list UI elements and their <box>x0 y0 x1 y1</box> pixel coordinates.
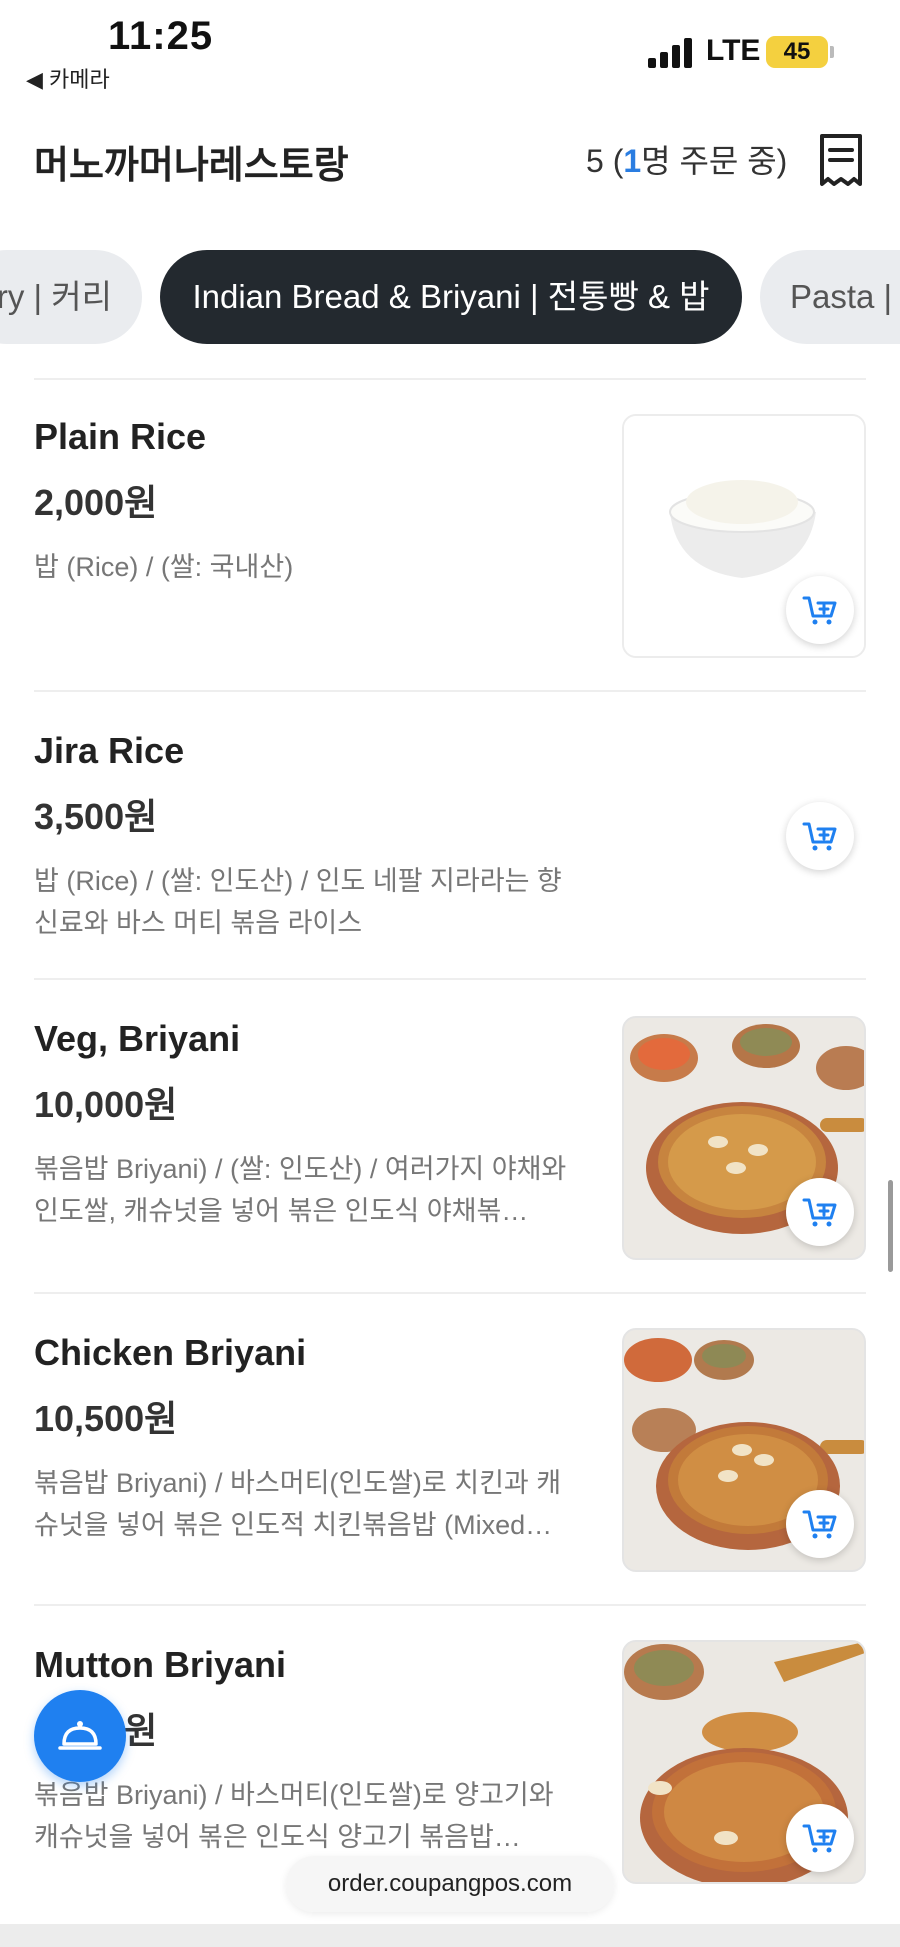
signal-icon <box>648 36 696 68</box>
menu-item-price: 2,000원 <box>34 482 158 523</box>
divider <box>34 378 866 380</box>
cart-plus-icon <box>802 1198 837 1227</box>
menu-item-price: 10,000원 <box>34 1084 178 1125</box>
add-to-cart-button[interactable] <box>786 1178 854 1246</box>
menu-item-desc: 볶음밥 Briyani) / 바스머티(인도쌀)로 치킨과 캐슈넛을 넣어 볶은… <box>34 1468 562 1540</box>
call-staff-button[interactable] <box>34 1690 126 1782</box>
back-to-camera-link[interactable]: ◀ 카메라 <box>26 62 110 94</box>
menu-item-name[interactable]: Plain Rice <box>34 416 206 458</box>
menu-item-desc: 볶음밥 Briyani) / 바스머티(인도쌀)로 양고기와 캐슈넛을 넣어 볶… <box>34 1780 554 1852</box>
order-status: 5 (1명 주문 중) <box>586 136 787 182</box>
divider <box>34 978 866 980</box>
menu-item-name[interactable]: Mutton Briyani <box>34 1644 286 1686</box>
cart-plus-icon <box>802 1824 837 1853</box>
battery-cap <box>830 46 834 58</box>
menu-item-desc: 밥 (Rice) / (쌀: 인도산) / 인도 네팔 지라라는 향신료와 바스… <box>34 866 562 938</box>
order-status-count: 1 <box>623 143 642 179</box>
menu-item-price: 3,500원 <box>34 796 158 837</box>
order-status-prefix: 5 ( <box>586 143 624 179</box>
network-label: LTE <box>706 34 761 67</box>
battery-icon: 45 <box>766 36 828 68</box>
cart-plus-icon <box>802 822 837 851</box>
service-bell-icon <box>58 1721 102 1750</box>
tab-curry[interactable]: ry | 커리 <box>0 250 142 344</box>
menu-item-name[interactable]: Jira Rice <box>34 730 184 772</box>
menu-item-desc: 밥 (Rice) / (쌀: 국내산) <box>34 552 294 582</box>
add-to-cart-button[interactable] <box>786 1490 854 1558</box>
url-bar[interactable]: order.coupangpos.com <box>286 1856 614 1912</box>
add-to-cart-button[interactable] <box>786 802 854 870</box>
divider <box>34 1604 866 1606</box>
tab-pasta[interactable]: Pasta | 파 <box>760 250 900 344</box>
menu-item-desc: 볶음밥 Briyani) / (쌀: 인도산) / 여러가지 야채와 인도쌀, … <box>34 1154 567 1226</box>
order-status-suffix: 명 주문 중) <box>641 143 788 179</box>
tab-bread-briyani[interactable]: Indian Bread & Briyani | 전통빵 & 밥 <box>160 250 742 344</box>
divider <box>34 1292 866 1294</box>
menu-item-name[interactable]: Veg, Briyani <box>34 1018 240 1060</box>
add-to-cart-button[interactable] <box>786 576 854 644</box>
divider <box>34 690 866 692</box>
menu-item-price: 10,500원 <box>34 1398 178 1439</box>
category-tabs: ry | 커리 Indian Bread & Briyani | 전통빵 & 밥… <box>0 250 900 346</box>
status-bar: 11:25 ◀ 카메라 LTE 45 <box>0 0 900 96</box>
bottom-strip <box>0 1924 900 1947</box>
add-to-cart-button[interactable] <box>786 1804 854 1872</box>
menu-item-name[interactable]: Chicken Briyani <box>34 1332 306 1374</box>
cart-plus-icon <box>802 1510 837 1539</box>
header: 머노까머나레스토랑 5 (1명 주문 중) <box>0 110 900 210</box>
receipt-icon[interactable] <box>818 132 864 188</box>
clock: 11:25 <box>108 14 214 58</box>
scrollbar[interactable] <box>888 1180 893 1272</box>
cart-plus-icon <box>802 596 837 625</box>
store-name: 머노까머나레스토랑 <box>34 145 349 187</box>
